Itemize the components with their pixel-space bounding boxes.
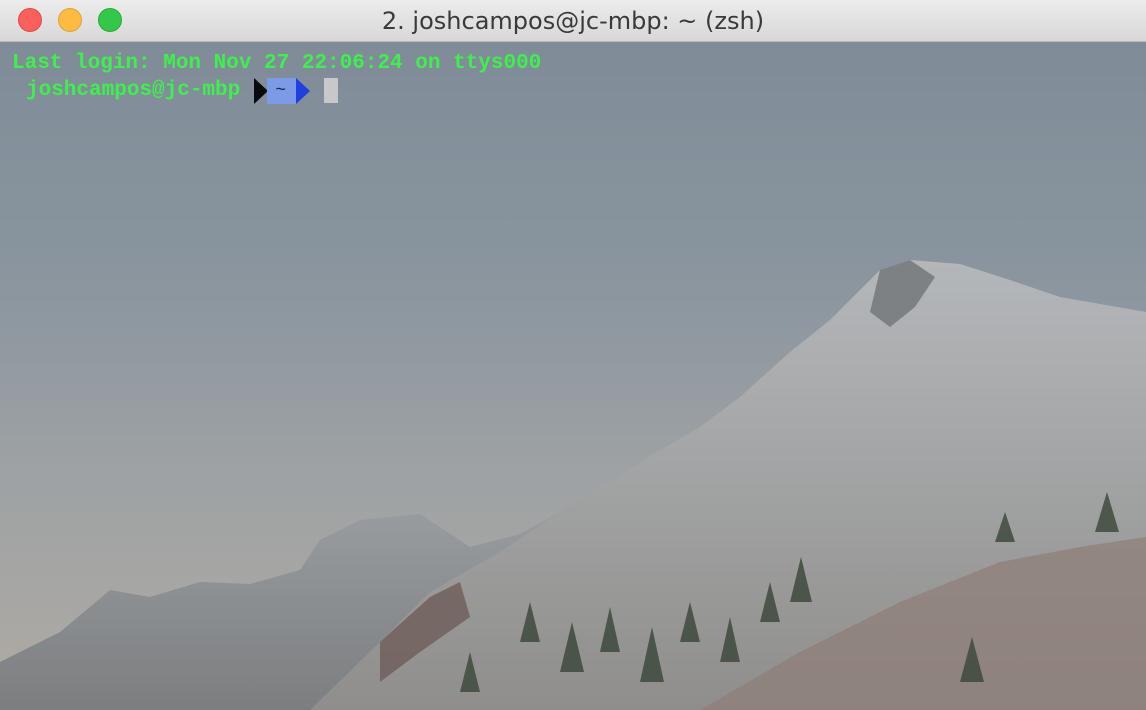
title-bar: 2. joshcampos@jc-mbp: ~ (zsh) [0,0,1146,42]
powerline-arrow-icon [296,77,311,104]
terminal-output: Last login: Mon Nov 27 22:06:24 on ttys0… [12,50,541,104]
prompt-line[interactable]: joshcampos@jc-mbp ~ [12,77,541,104]
prompt-directory: ~ [267,77,297,104]
window-title: 2. joshcampos@jc-mbp: ~ (zsh) [381,7,765,35]
last-login-line: Last login: Mon Nov 27 22:06:24 on ttys0… [12,52,542,75]
terminal-area[interactable]: Last login: Mon Nov 27 22:06:24 on ttys0… [0,42,1146,710]
terminal-window: 2. joshcampos@jc-mbp: ~ (zsh) Last login… [0,0,1146,710]
mountain-wallpaper [0,260,1146,710]
prompt-segment: ~ [254,77,311,104]
prompt-user-host: joshcampos@jc-mbp [26,79,241,102]
text-cursor [324,78,339,103]
powerline-separator-icon [254,77,269,104]
